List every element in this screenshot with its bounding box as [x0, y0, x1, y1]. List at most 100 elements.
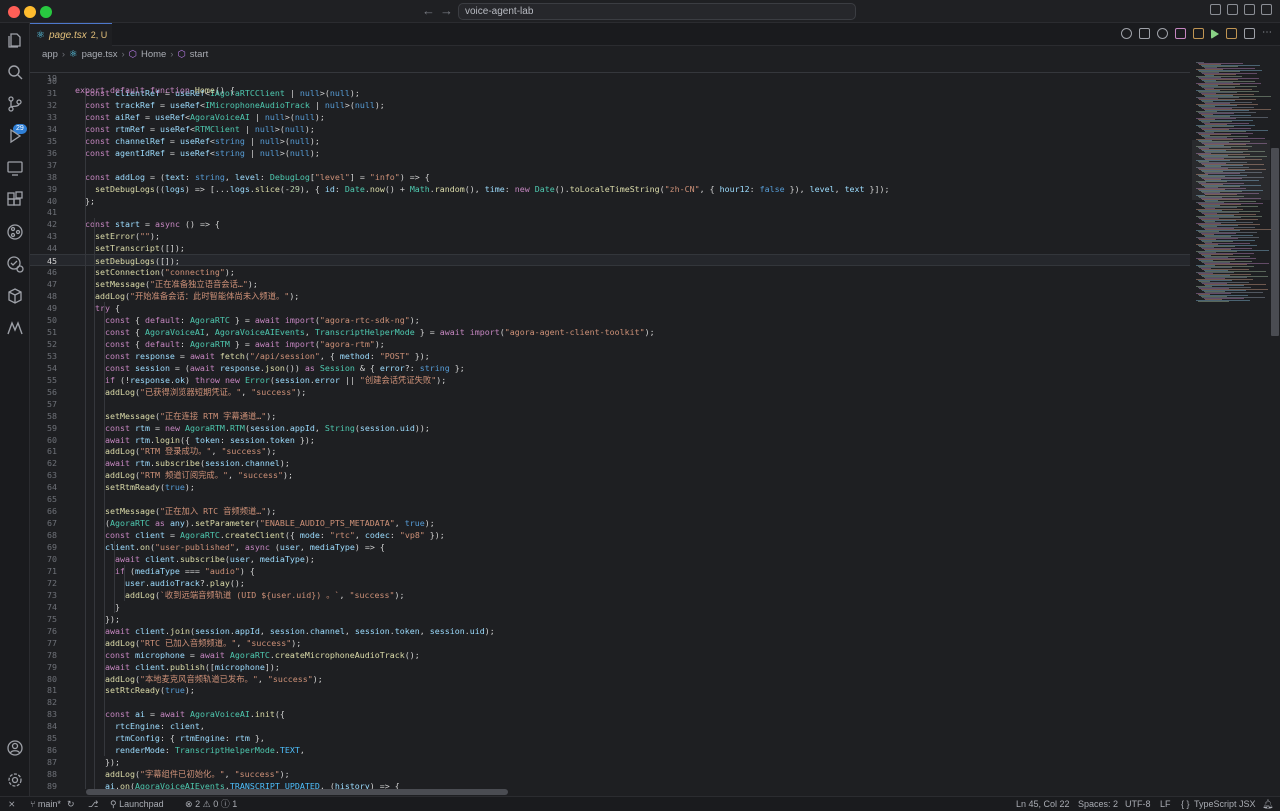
code-line[interactable]: 42 const start = async () => {	[30, 218, 1190, 230]
problems-indicator[interactable]: ⊗ 2 ⚠ 0 ⓘ 1	[185, 797, 237, 811]
code-line[interactable]: 33 const aiRef = useRef<AgoraVoiceAI | n…	[30, 111, 1190, 123]
compare-changes-icon[interactable]	[1139, 28, 1150, 39]
cursor-position[interactable]: Ln 45, Col 22	[1016, 797, 1070, 811]
breadcrumb-symbol[interactable]: start	[190, 49, 208, 60]
more-actions-icon[interactable]: ⋯	[1262, 28, 1272, 39]
code-line[interactable]: 81 setRtcReady(true);	[30, 684, 1190, 696]
code-line[interactable]: 39 setDebugLogs((logs) => [...logs.slice…	[30, 183, 1190, 195]
code-line[interactable]: 34 const rtmRef = useRef<RTMClient | nul…	[30, 123, 1190, 135]
breadcrumb-file[interactable]: page.tsx	[82, 49, 118, 60]
remote-indicator-icon[interactable]: ⨯	[8, 797, 16, 811]
toggle-panel-icon[interactable]	[1244, 4, 1255, 15]
encoding[interactable]: UTF-8	[1125, 797, 1151, 811]
code-line[interactable]: 49 try {	[30, 302, 1190, 314]
code-line[interactable]: 57	[30, 398, 1190, 410]
vertical-scrollbar[interactable]	[1271, 148, 1279, 336]
code-line[interactable]: 89 ai.on(AgoraVoiceAIEvents.TRANSCRIPT_U…	[30, 780, 1190, 789]
gitlens-icon[interactable]: ⎇	[88, 797, 98, 811]
save-icon[interactable]	[1193, 28, 1204, 39]
account-icon[interactable]	[6, 739, 24, 757]
code-line[interactable]: 80 addLog("本地麦克风音频轨道已发布。", "success");	[30, 673, 1190, 685]
code-line[interactable]: 40 };	[30, 195, 1190, 207]
code-line[interactable]: 43 setError("");	[30, 230, 1190, 242]
ai-assistant-icon[interactable]	[6, 319, 24, 337]
code-line[interactable]: 58 setMessage("正在连接 RTM 字幕通道…");	[30, 410, 1190, 422]
code-line[interactable]: 88 addLog("字幕组件已初始化。", "success");	[30, 768, 1190, 780]
code-line[interactable]: 71 if (mediaType === "audio") {	[30, 565, 1190, 577]
command-center-search[interactable]: voice-agent-lab	[458, 3, 856, 20]
code-line[interactable]: 82	[30, 696, 1190, 708]
git-graph-icon[interactable]	[6, 223, 24, 241]
copilot-icon[interactable]	[1175, 28, 1186, 39]
close-window-button[interactable]	[8, 6, 20, 18]
indentation[interactable]: Spaces: 2	[1078, 797, 1118, 811]
code-line[interactable]: 84 rtcEngine: client,	[30, 720, 1190, 732]
language-braces[interactable]: { }	[1181, 797, 1190, 811]
minimap[interactable]	[1192, 60, 1272, 789]
code-line[interactable]: 69 client.on("user-published", async (us…	[30, 541, 1190, 553]
git-lens-icon[interactable]	[1157, 28, 1168, 39]
tab-page-tsx[interactable]: ⚛ page.tsx 2, U	[30, 23, 112, 46]
code-line[interactable]: 38 const addLog = (text: string, level: …	[30, 171, 1190, 183]
timeline-icon[interactable]	[1121, 28, 1132, 39]
testing-icon[interactable]	[6, 255, 24, 273]
code-line[interactable]: 65	[30, 493, 1190, 505]
breadcrumb-component[interactable]: Home	[141, 49, 166, 60]
code-line[interactable]: 85 rtmConfig: { rtmEngine: rtm },	[30, 732, 1190, 744]
source-control-icon[interactable]	[6, 95, 24, 113]
breadcrumb-folder[interactable]: app	[42, 49, 58, 60]
code-line[interactable]: 74 }	[30, 601, 1190, 613]
code-line[interactable]: 62 await rtm.subscribe(session.channel);	[30, 457, 1190, 469]
code-editor[interactable]: 19 export default function Home() { 30 31…	[30, 60, 1190, 789]
maximize-window-button[interactable]	[40, 6, 52, 18]
code-line[interactable]: 76 await client.join(session.appId, sess…	[30, 625, 1190, 637]
forward-arrow-icon[interactable]: →	[440, 3, 453, 18]
code-line[interactable]: 55 if (!response.ok) throw new Error(ses…	[30, 374, 1190, 386]
sync-icon[interactable]: ↻	[67, 797, 75, 811]
code-line[interactable]: 59 const rtm = new AgoraRTM.RTM(session.…	[30, 422, 1190, 434]
code-line[interactable]: 67 (AgoraRTC as any).setParameter("ENABL…	[30, 517, 1190, 529]
code-line[interactable]: 83 const ai = await AgoraVoiceAI.init({	[30, 708, 1190, 720]
code-line[interactable]: 35 const channelRef = useRef<string | nu…	[30, 135, 1190, 147]
minimize-window-button[interactable]	[24, 6, 36, 18]
code-line[interactable]: 77 addLog("RTC 已加入音频频道。", "success");	[30, 637, 1190, 649]
code-line[interactable]: 45 setDebugLogs([]);	[30, 254, 1190, 267]
code-line[interactable]: 52 const { default: AgoraRTM } = await i…	[30, 338, 1190, 350]
code-line[interactable]: 50 const { default: AgoraRTC } = await i…	[30, 314, 1190, 326]
code-line[interactable]: 75 });	[30, 613, 1190, 625]
code-line[interactable]: 70 await client.subscribe(user, mediaTyp…	[30, 553, 1190, 565]
toggle-primary-sidebar-icon[interactable]	[1227, 4, 1238, 15]
code-line[interactable]: 73 addLog(`收到远端音频轨道 (UID ${user.uid}) 。`…	[30, 589, 1190, 601]
launchpad-item[interactable]: ⚲ Launchpad	[110, 797, 164, 811]
open-changes-icon[interactable]	[1226, 28, 1237, 39]
line-ending[interactable]: LF	[1160, 797, 1171, 811]
run-icon[interactable]	[1211, 29, 1219, 39]
remote-explorer-icon[interactable]	[6, 159, 24, 177]
code-line[interactable]: 79 await client.publish([microphone]);	[30, 661, 1190, 673]
code-line[interactable]: 48 addLog("开始准备会话：此时智能体尚未入频道。");	[30, 290, 1190, 302]
code-line[interactable]: 72 user.audioTrack?.play();	[30, 577, 1190, 589]
extensions-icon[interactable]	[6, 191, 24, 209]
code-line[interactable]: 44 setTranscript([]);	[30, 242, 1190, 254]
code-line[interactable]: 66 setMessage("正在加入 RTC 音频频道…");	[30, 505, 1190, 517]
code-line[interactable]: 78 const microphone = await AgoraRTC.cre…	[30, 649, 1190, 661]
horizontal-scrollbar[interactable]	[86, 789, 508, 795]
code-line[interactable]: 56 addLog("已获得浏览器短期凭证。", "success");	[30, 386, 1190, 398]
language-mode[interactable]: TypeScript JSX	[1194, 797, 1256, 811]
code-line[interactable]: 87 });	[30, 756, 1190, 768]
code-line[interactable]: 36 const agentIdRef = useRef<string | nu…	[30, 147, 1190, 159]
manage-gear-icon[interactable]	[6, 771, 24, 789]
back-arrow-icon[interactable]: ←	[422, 3, 435, 18]
toggle-secondary-sidebar-icon[interactable]	[1261, 4, 1272, 15]
code-line[interactable]: 53 const response = await fetch("/api/se…	[30, 350, 1190, 362]
containers-icon[interactable]	[6, 287, 24, 305]
code-line[interactable]: 60 await rtm.login({ token: session.toke…	[30, 434, 1190, 446]
code-line[interactable]: 68 const client = AgoraRTC.createClient(…	[30, 529, 1190, 541]
search-icon[interactable]	[6, 63, 24, 81]
code-line[interactable]: 47 setMessage("正在准备独立语音会话…");	[30, 278, 1190, 290]
code-line[interactable]: 32 const trackRef = useRef<IMicrophoneAu…	[30, 99, 1190, 111]
code-line[interactable]: 63 addLog("RTM 频道订阅完成。", "success");	[30, 469, 1190, 481]
code-line[interactable]: 41	[30, 206, 1190, 218]
split-editor-icon[interactable]	[1244, 28, 1255, 39]
branch-indicator[interactable]: ⑂ main*	[30, 797, 61, 811]
